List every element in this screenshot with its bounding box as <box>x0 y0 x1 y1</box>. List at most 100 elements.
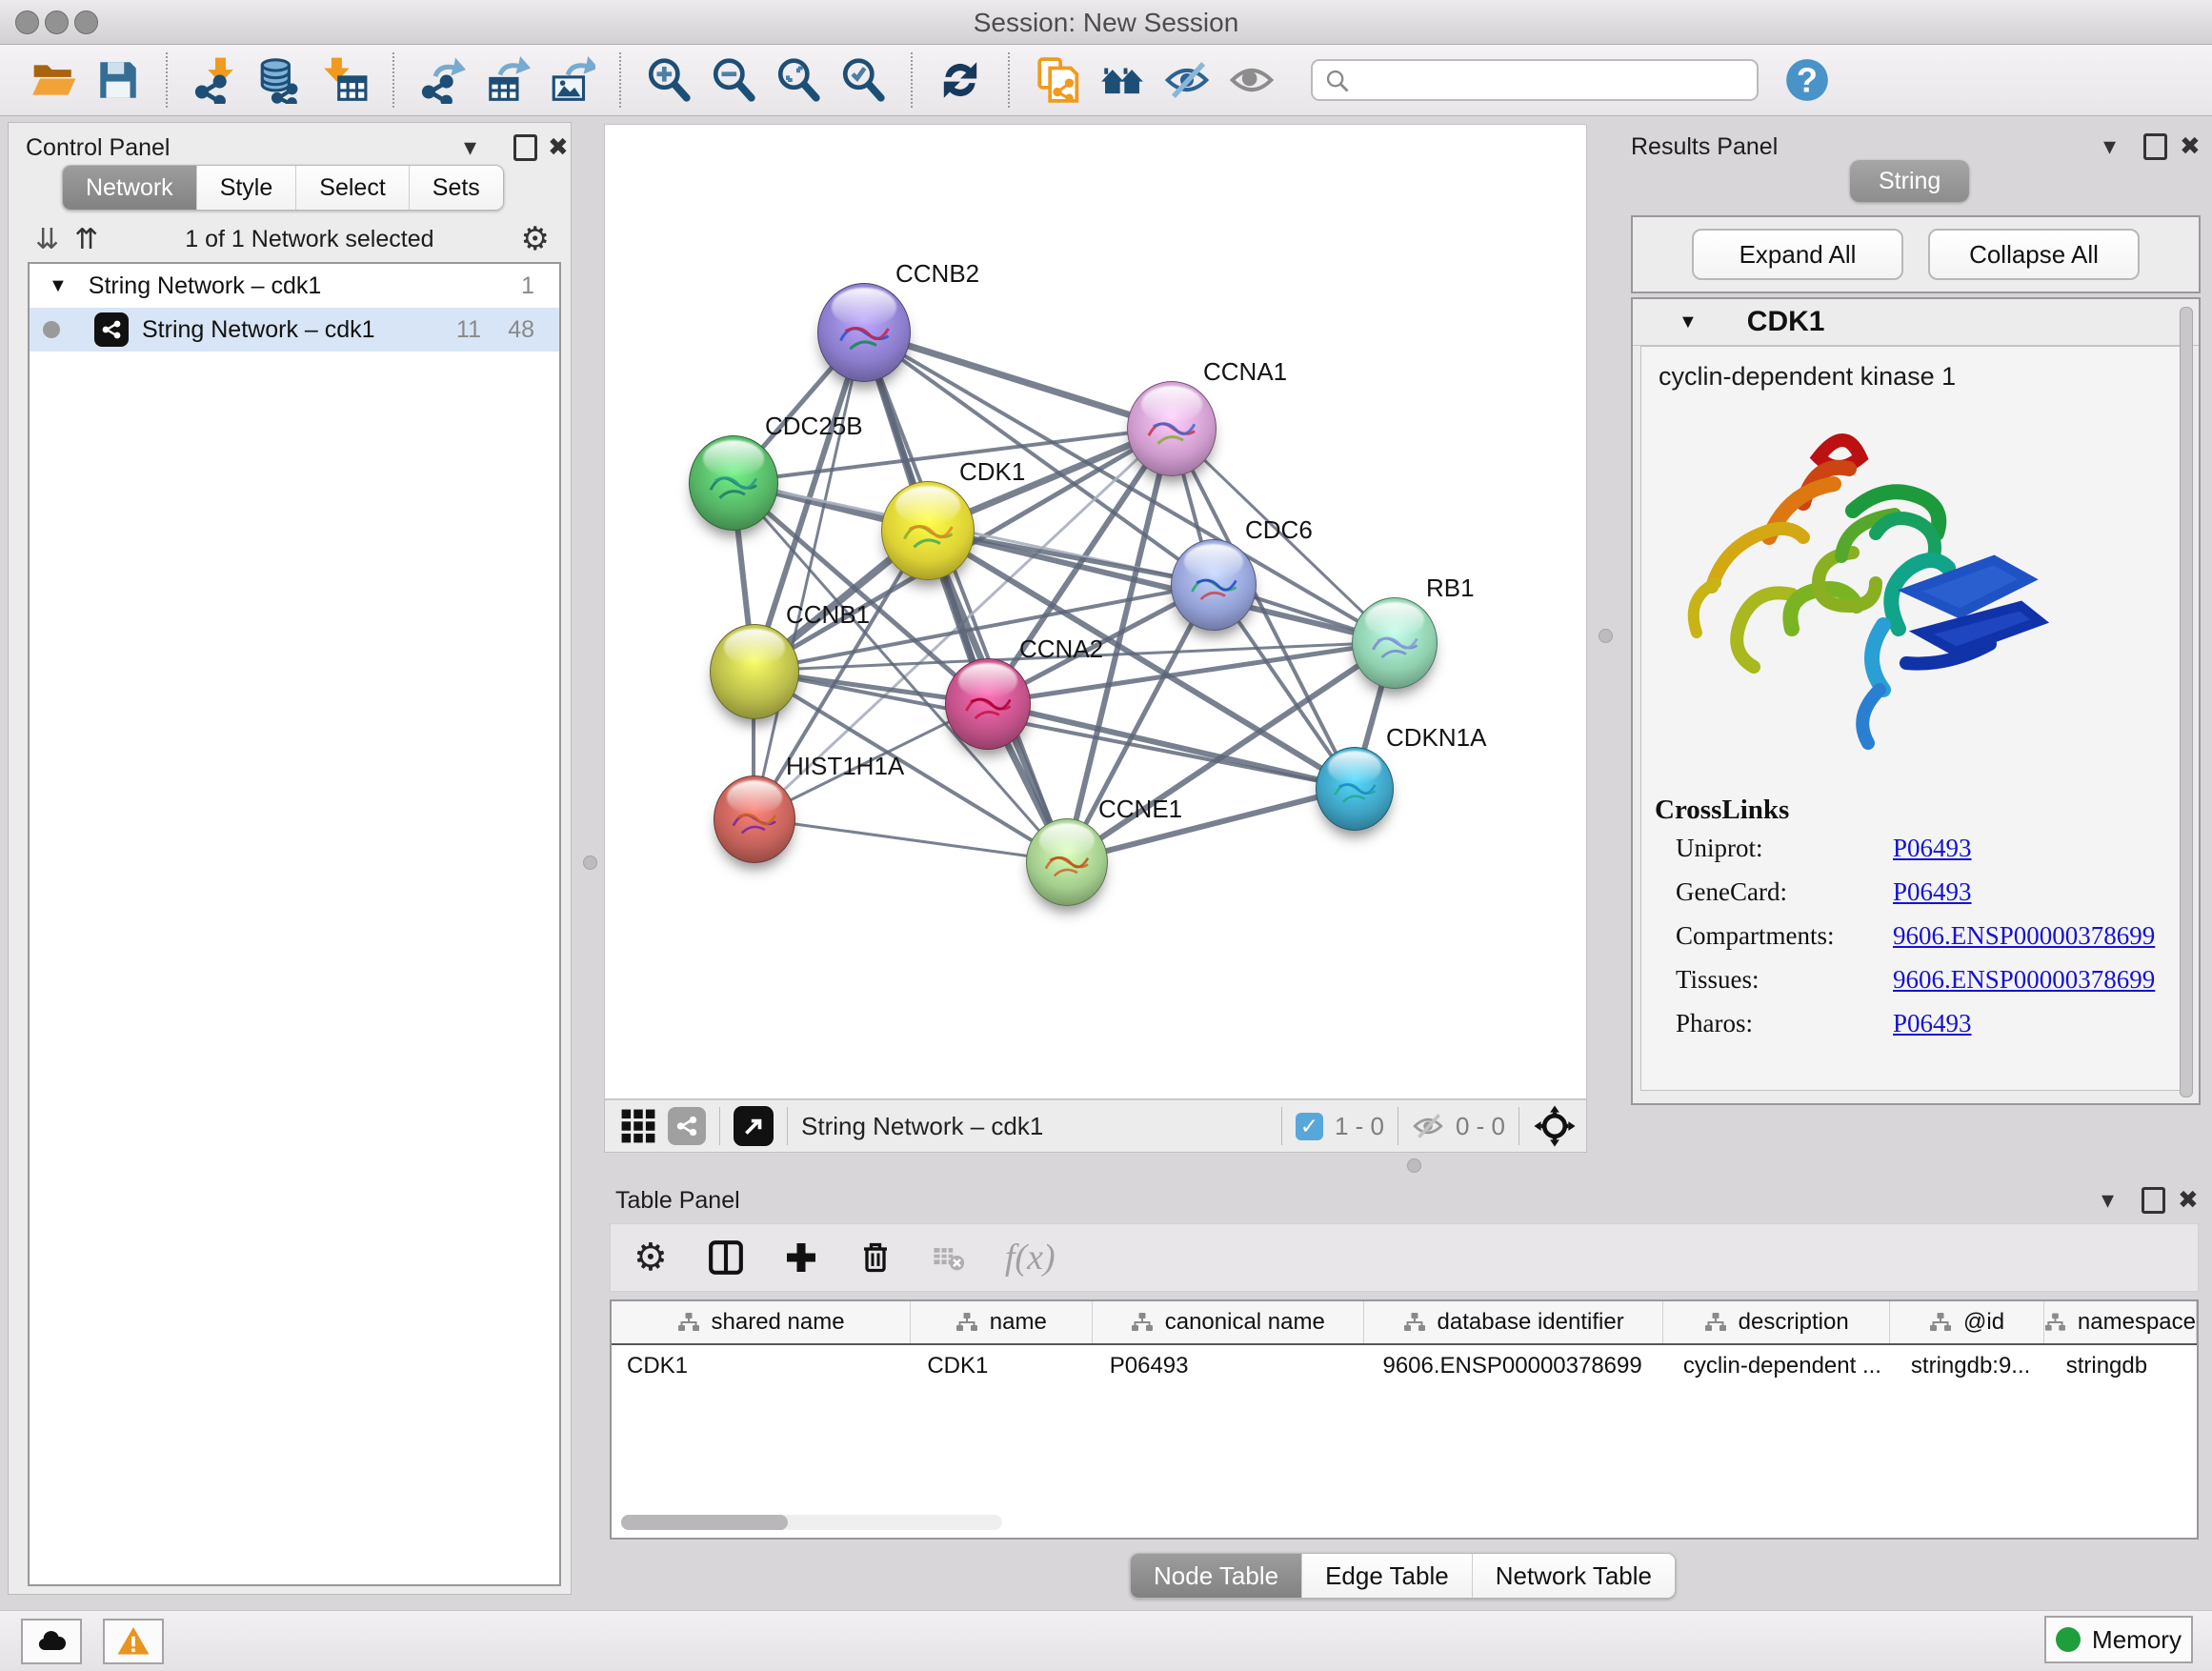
network-edge[interactable] <box>987 703 1354 788</box>
crosslink-link[interactable]: P06493 <box>1893 877 1972 907</box>
open-session-button[interactable] <box>26 52 81 108</box>
network-canvas[interactable]: CCNB2CCNA1CDC25BCDK1CDC6RB1CCNB1CCNA2CDK… <box>604 124 1587 1099</box>
hide-selected-button[interactable] <box>1159 52 1215 108</box>
network-edge[interactable] <box>754 818 1066 861</box>
table-row[interactable]: CDK1CDK1P064939606.ENSP00000378699cyclin… <box>612 1345 2197 1387</box>
zoom-fit-button[interactable] <box>771 52 826 108</box>
network-collection-row[interactable]: ▼ String Network – cdk1 1 <box>30 264 559 308</box>
tab-select[interactable]: Select <box>296 166 409 210</box>
panel-menu-icon[interactable]: ▾ <box>464 134 476 159</box>
export-network-button[interactable] <box>414 52 470 108</box>
splitter-handle[interactable] <box>1599 629 1613 643</box>
home-button[interactable] <box>1095 52 1150 108</box>
table-cell[interactable]: 9606.ENSP00000378699 <box>1367 1353 1667 1379</box>
panel-float-icon[interactable] <box>2142 1187 2165 1214</box>
warnings-button[interactable] <box>103 1619 164 1664</box>
table-cell[interactable]: stringdb:9... <box>1896 1353 2051 1379</box>
results-scrollbar[interactable] <box>2180 307 2193 1097</box>
grid-view-icon[interactable] <box>620 1108 656 1144</box>
clone-network-button[interactable] <box>1030 52 1085 108</box>
column-header--id[interactable]: @id <box>1890 1301 2044 1343</box>
column-header-shared-name[interactable]: shared name <box>612 1301 911 1343</box>
network-node-ccna1[interactable] <box>1127 381 1217 476</box>
zoom-out-button[interactable] <box>706 52 761 108</box>
network-node-ccne1[interactable] <box>1026 818 1108 906</box>
import-network-from-database-button[interactable] <box>252 52 308 108</box>
save-session-button[interactable] <box>90 52 146 108</box>
table-cell[interactable]: CDK1 <box>612 1353 912 1379</box>
cloud-status-button[interactable] <box>21 1619 82 1664</box>
fit-content-crosshair-icon[interactable] <box>1533 1104 1577 1148</box>
network-node-rb1[interactable] <box>1352 597 1438 689</box>
network-node-cdk1[interactable] <box>881 481 975 580</box>
table-hscrollbar-thumb[interactable] <box>621 1515 788 1530</box>
splitter-handle[interactable] <box>583 856 597 870</box>
network-node-ccnb2[interactable] <box>817 283 911 382</box>
network-node-ccna2[interactable] <box>945 658 1031 750</box>
network-edge[interactable] <box>863 332 1171 428</box>
tab-network[interactable]: Network <box>63 166 197 210</box>
table-cell[interactable]: CDK1 <box>912 1353 1094 1379</box>
panel-close-icon[interactable]: ✖ <box>2180 133 2201 158</box>
expand-all-tree-icon[interactable]: ⇊ <box>35 223 59 256</box>
panel-menu-icon[interactable]: ▾ <box>2101 1187 2114 1212</box>
crosslink-link[interactable]: P06493 <box>1893 1009 1972 1038</box>
collapse-all-button[interactable]: Collapse All <box>1928 229 2140 280</box>
export-table-button[interactable] <box>479 52 534 108</box>
table-cell[interactable]: cyclin-dependent ... <box>1668 1353 1896 1379</box>
show-all-button[interactable] <box>1224 52 1279 108</box>
column-header-name[interactable]: name <box>911 1301 1092 1343</box>
table-cell[interactable]: P06493 <box>1095 1353 1368 1379</box>
string-results-tab[interactable]: String <box>1850 160 1969 202</box>
crosslink-link[interactable]: 9606.ENSP00000378699 <box>1893 921 2155 951</box>
gene-expander-icon[interactable]: ▼ <box>1679 312 1698 333</box>
tab-sets[interactable]: Sets <box>410 166 503 210</box>
tab-network-table[interactable]: Network Table <box>1473 1554 1675 1598</box>
import-table-button[interactable] <box>317 52 372 108</box>
zoom-in-button[interactable] <box>641 52 696 108</box>
import-network-button[interactable] <box>188 52 243 108</box>
export-image-button[interactable] <box>544 52 599 108</box>
panel-close-icon[interactable]: ✖ <box>2178 1187 2199 1212</box>
network-node-cdkn1a[interactable] <box>1316 747 1394 831</box>
network-node-ccnb1[interactable] <box>710 624 799 719</box>
network-badge-toggle-icon[interactable] <box>668 1107 706 1145</box>
memory-button[interactable]: Memory <box>2044 1616 2193 1663</box>
panel-float-icon[interactable] <box>2143 133 2167 160</box>
panel-menu-icon[interactable]: ▾ <box>2103 133 2116 158</box>
crosslink-link[interactable]: 9606.ENSP00000378699 <box>1893 965 2155 995</box>
column-header-description[interactable]: description <box>1663 1301 1890 1343</box>
column-header-namespace[interactable]: namespace <box>2044 1301 2197 1343</box>
network-tree: ▼ String Network – cdk1 1 String Network… <box>28 262 561 1586</box>
tree-expander-icon[interactable]: ▼ <box>49 275 68 297</box>
delete-column-trash-icon[interactable] <box>858 1240 893 1275</box>
column-header-canonical-name[interactable]: canonical name <box>1093 1301 1365 1343</box>
search-input[interactable] <box>1311 59 1759 101</box>
network-node-hist1h1a[interactable] <box>714 775 795 863</box>
tab-style[interactable]: Style <box>197 166 297 210</box>
panel-close-icon[interactable]: ✖ <box>548 134 569 159</box>
panel-float-icon[interactable] <box>513 134 537 161</box>
help-button[interactable]: ? <box>1780 52 1835 108</box>
network-row[interactable]: String Network – cdk1 11 48 <box>30 308 559 352</box>
zoom-selected-button[interactable] <box>835 52 891 108</box>
network-node-cdc25b[interactable] <box>689 435 778 531</box>
apply-layout-button[interactable] <box>933 52 988 108</box>
collapse-all-tree-icon[interactable]: ⇈ <box>74 223 98 256</box>
selected-checkbox-icon[interactable]: ✓ <box>1296 1113 1323 1140</box>
table-settings-gear-icon[interactable]: ⚙ <box>633 1236 668 1279</box>
add-column-icon[interactable] <box>784 1240 818 1275</box>
gene-section-header[interactable]: ▼ CDK1 <box>1633 299 2199 346</box>
network-edge[interactable] <box>754 332 863 818</box>
expand-all-button[interactable]: Expand All <box>1692 229 1903 280</box>
tree-options-gear-icon[interactable]: ⚙ <box>521 220 550 258</box>
show-columns-icon[interactable] <box>708 1239 744 1276</box>
table-cell[interactable]: stringdb <box>2051 1353 2197 1379</box>
splitter-handle[interactable] <box>1407 1158 1421 1173</box>
tab-edge-table[interactable]: Edge Table <box>1302 1554 1473 1598</box>
network-node-cdc6[interactable] <box>1171 539 1257 631</box>
birdseye-view-icon[interactable] <box>734 1106 774 1146</box>
tab-node-table[interactable]: Node Table <box>1131 1554 1302 1598</box>
crosslink-link[interactable]: P06493 <box>1893 834 1972 863</box>
column-header-database-identifier[interactable]: database identifier <box>1364 1301 1663 1343</box>
